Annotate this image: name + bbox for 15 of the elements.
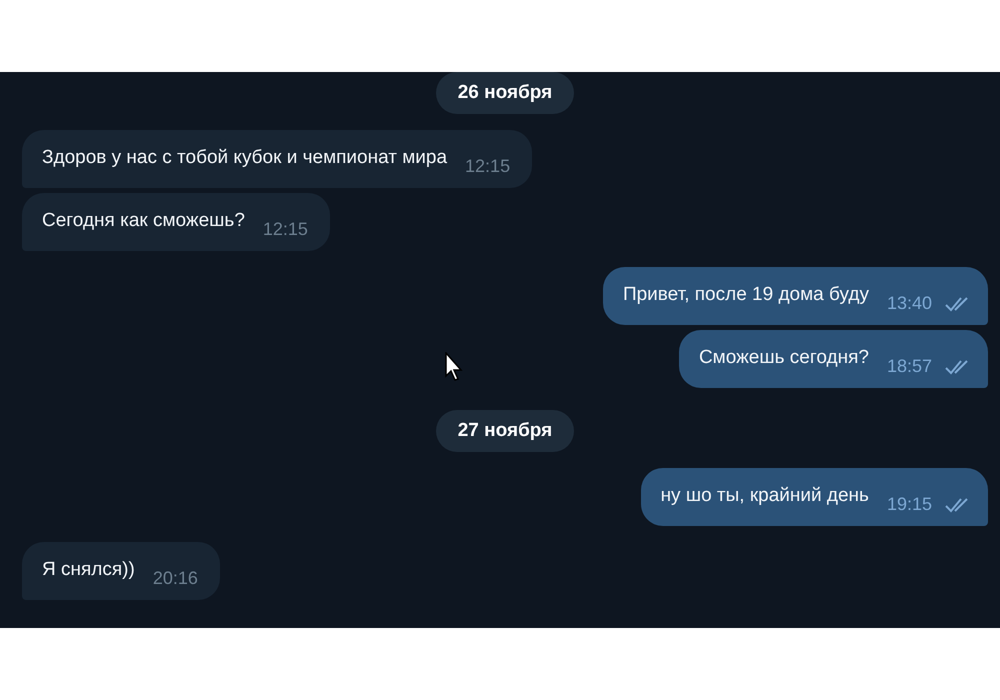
message-time: 19:15 [886, 494, 932, 514]
mouse-cursor-icon [445, 352, 465, 382]
message-time: 13:40 [886, 293, 932, 313]
message-time: 12:15 [262, 219, 309, 239]
message-text: Я снялся)) [42, 558, 135, 582]
message-text: Сможешь сегодня? [698, 346, 869, 370]
message-text: Сегодня как сможешь? [42, 209, 245, 233]
date-label: 27 ноября [436, 410, 574, 452]
message-time: 20:16 [152, 568, 199, 588]
message-text: ну шо ты, крайний день [660, 484, 869, 508]
date-label: 26 ноября [436, 72, 574, 114]
message-time: 18:57 [886, 356, 932, 376]
message-text: Привет, после 19 дома буду [622, 283, 869, 307]
message-text: Здоров у нас с тобой кубок и чемпионат мира [42, 146, 448, 170]
message-time: 12:15 [465, 156, 512, 176]
